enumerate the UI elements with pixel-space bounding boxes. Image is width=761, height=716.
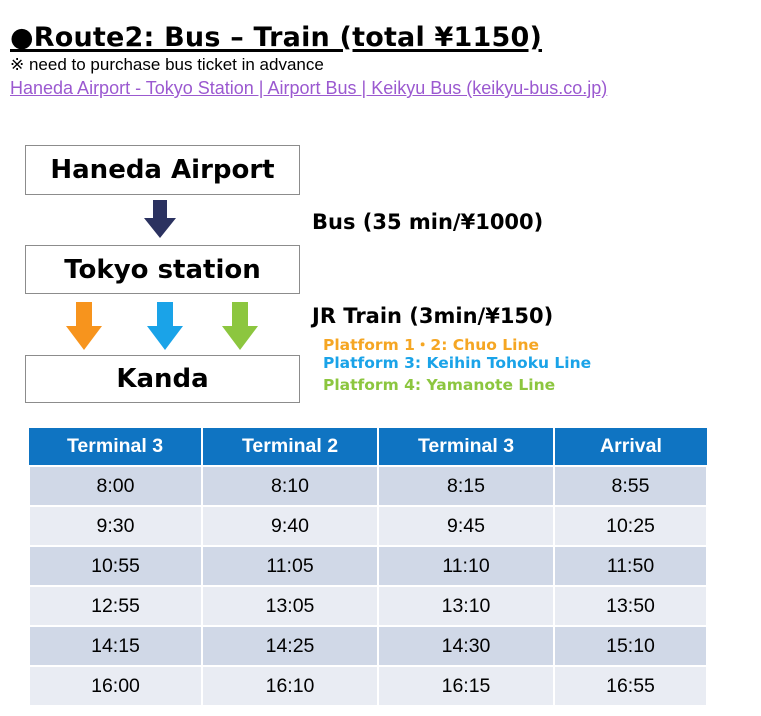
yamanote-line-down-arrow-icon	[222, 302, 258, 350]
column-header: Arrival	[554, 428, 707, 466]
platform-keihin-tohoku-line: Platform 3: Keihin Tohoku Line	[323, 354, 592, 372]
table-cell: 10:55	[28, 545, 203, 587]
bus-segment-label: Bus (35 min/¥1000)	[312, 210, 544, 234]
keikyu-bus-link[interactable]: Haneda Airport - Tokyo Station | Airport…	[10, 78, 607, 99]
table-cell: 10:25	[553, 505, 708, 547]
table-cell: 14:30	[377, 625, 555, 667]
advance-ticket-note: ※ need to purchase bus ticket in advance	[10, 55, 324, 74]
bus-timetable: Terminal 3 Terminal 2 Terminal 3 Arrival…	[28, 428, 708, 707]
table-cell: 15:10	[553, 625, 708, 667]
table-cell: 11:10	[377, 545, 555, 587]
platform-chuo-line: Platform 1・2: Chuo Line	[323, 336, 540, 354]
table-row: 14:15 14:25 14:30 15:10	[28, 625, 708, 667]
train-segment-label: JR Train (3min/¥150)	[312, 304, 554, 328]
table-cell: 9:30	[28, 505, 203, 547]
table-row: 9:30 9:40 9:45 10:25	[28, 505, 708, 547]
table-cell: 9:40	[201, 505, 379, 547]
table-row: 12:55 13:05 13:10 13:50	[28, 585, 708, 627]
table-cell: 8:15	[377, 465, 555, 507]
table-cell: 12:55	[28, 585, 203, 627]
table-cell: 16:00	[28, 665, 203, 707]
table-cell: 13:10	[377, 585, 555, 627]
table-cell: 8:55	[553, 465, 708, 507]
bus-down-arrow-icon	[144, 200, 176, 238]
column-header: Terminal 2	[202, 428, 379, 466]
table-cell: 14:25	[201, 625, 379, 667]
table-cell: 8:00	[28, 465, 203, 507]
table-row: 10:55 11:05 11:10 11:50	[28, 545, 708, 587]
table-cell: 9:45	[377, 505, 555, 547]
chuo-line-down-arrow-icon	[66, 302, 102, 350]
station-box-tokyo: Tokyo station	[25, 245, 300, 294]
table-row: 8:00 8:10 8:15 8:55	[28, 465, 708, 507]
timetable-header-row: Terminal 3 Terminal 2 Terminal 3 Arrival	[29, 428, 707, 466]
column-header: Terminal 3	[378, 428, 555, 466]
keihin-tohoku-line-down-arrow-icon	[147, 302, 183, 350]
table-cell: 8:10	[201, 465, 379, 507]
station-box-haneda: Haneda Airport	[25, 145, 300, 195]
page-title: ●Route2: Bus – Train (total ¥1150)	[10, 22, 543, 53]
platform-yamanote-line: Platform 4: Yamanote Line	[323, 376, 556, 394]
table-cell: 14:15	[28, 625, 203, 667]
table-cell: 11:50	[553, 545, 708, 587]
table-cell: 16:55	[553, 665, 708, 707]
column-header: Terminal 3	[29, 428, 203, 466]
table-cell: 13:05	[201, 585, 379, 627]
table-cell: 13:50	[553, 585, 708, 627]
station-box-kanda: Kanda	[25, 355, 300, 403]
table-row: 16:00 16:10 16:15 16:55	[28, 665, 708, 707]
table-cell: 11:05	[201, 545, 379, 587]
table-cell: 16:10	[201, 665, 379, 707]
table-cell: 16:15	[377, 665, 555, 707]
